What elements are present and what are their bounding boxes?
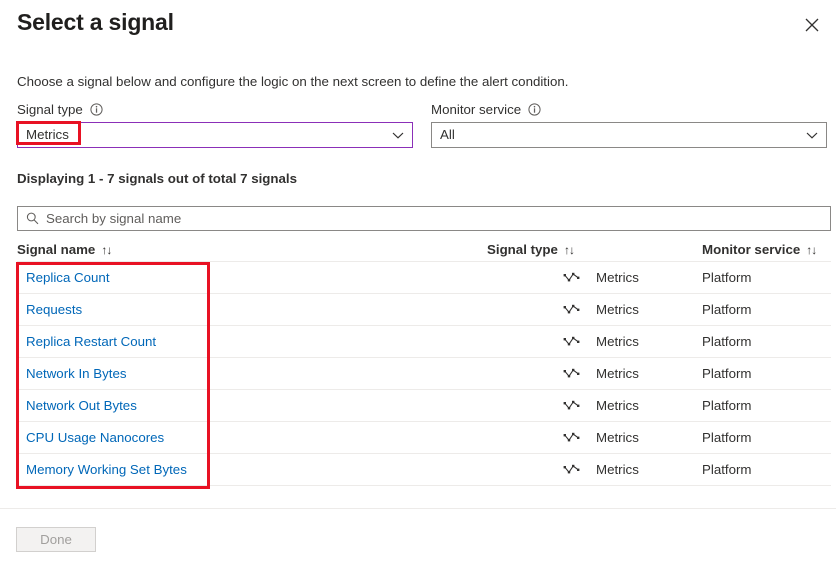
column-header-monitor-service[interactable]: Monitor service ↑↓ bbox=[702, 242, 831, 257]
monitor-service-cell: Platform bbox=[702, 398, 831, 413]
table-row[interactable]: Network Out Bytes Metrics Platform bbox=[17, 390, 831, 422]
signal-name-link[interactable]: Network In Bytes bbox=[17, 366, 127, 381]
signal-name-cell: Network In Bytes bbox=[17, 366, 487, 381]
signal-type-cell: Metrics bbox=[487, 462, 702, 477]
close-icon bbox=[805, 18, 819, 32]
signal-name-link[interactable]: Requests bbox=[17, 302, 82, 317]
line-chart-icon bbox=[563, 271, 580, 284]
search-input[interactable]: Search by signal name bbox=[17, 206, 831, 231]
table-header-row: Signal name ↑↓ Signal type ↑↓ Monitor se… bbox=[17, 238, 831, 262]
signal-name-cell: Requests bbox=[17, 302, 487, 317]
line-chart-icon bbox=[563, 399, 580, 412]
search-placeholder: Search by signal name bbox=[46, 210, 182, 226]
chevron-down-icon bbox=[806, 128, 818, 143]
results-count: Displaying 1 - 7 signals out of total 7 … bbox=[17, 171, 298, 186]
monitor-service-value: All bbox=[440, 127, 455, 143]
close-button[interactable] bbox=[796, 9, 828, 41]
monitor-service-field: Monitor service All bbox=[431, 100, 827, 148]
signal-type-cell: Metrics bbox=[487, 398, 702, 413]
monitor-service-cell: Platform bbox=[702, 430, 831, 445]
table-row[interactable]: Network In Bytes Metrics Platform bbox=[17, 358, 831, 390]
monitor-service-cell: Platform bbox=[702, 462, 831, 477]
table-body: Replica Count Metrics Platform Requests Metr… bbox=[17, 262, 831, 486]
signal-name-cell: CPU Usage Nanocores bbox=[17, 430, 487, 445]
signal-type-value: Metrics bbox=[596, 334, 639, 349]
monitor-service-value: Platform bbox=[702, 430, 752, 445]
signal-type-label-row: Signal type bbox=[17, 100, 413, 118]
sort-icon[interactable]: ↑↓ bbox=[806, 243, 817, 257]
chevron-down-icon bbox=[392, 128, 404, 143]
signal-type-value: Metrics bbox=[596, 302, 639, 317]
sort-icon[interactable]: ↑↓ bbox=[101, 243, 112, 257]
signal-name-link[interactable]: Replica Restart Count bbox=[17, 334, 156, 349]
signal-name-link[interactable]: Network Out Bytes bbox=[17, 398, 137, 413]
monitor-service-value: Platform bbox=[702, 462, 752, 477]
monitor-service-label-row: Monitor service bbox=[431, 100, 827, 118]
monitor-service-value: Platform bbox=[702, 334, 752, 349]
signals-table: Signal name ↑↓ Signal type ↑↓ Monitor se… bbox=[17, 238, 831, 486]
monitor-service-cell: Platform bbox=[702, 334, 831, 349]
info-icon[interactable] bbox=[90, 102, 103, 116]
done-button[interactable]: Done bbox=[16, 527, 96, 552]
signal-type-cell: Metrics bbox=[487, 334, 702, 349]
signal-type-label: Signal type bbox=[17, 101, 83, 117]
monitor-service-dropdown[interactable]: All bbox=[431, 122, 827, 148]
info-icon[interactable] bbox=[528, 102, 541, 116]
signal-name-link[interactable]: CPU Usage Nanocores bbox=[17, 430, 164, 445]
line-chart-icon bbox=[563, 431, 580, 444]
table-row[interactable]: CPU Usage Nanocores Metrics Platform bbox=[17, 422, 831, 454]
signal-name-link[interactable]: Replica Count bbox=[17, 270, 110, 285]
signal-type-value: Metrics bbox=[596, 366, 639, 381]
signal-name-cell: Network Out Bytes bbox=[17, 398, 487, 413]
signal-type-field: Signal type Metrics bbox=[17, 100, 413, 148]
table-row[interactable]: Memory Working Set Bytes Metrics Platform bbox=[17, 454, 831, 486]
signal-name-cell: Memory Working Set Bytes bbox=[17, 462, 487, 477]
line-chart-icon bbox=[563, 335, 580, 348]
signal-name-link[interactable]: Memory Working Set Bytes bbox=[17, 462, 187, 477]
monitor-service-cell: Platform bbox=[702, 366, 831, 381]
table-row[interactable]: Replica Count Metrics Platform bbox=[17, 262, 831, 294]
line-chart-icon bbox=[563, 463, 580, 476]
sort-icon[interactable]: ↑↓ bbox=[564, 243, 575, 257]
signal-type-value: Metrics bbox=[596, 270, 639, 285]
signal-type-value: Metrics bbox=[596, 430, 639, 445]
signal-type-value: Metrics bbox=[26, 127, 69, 143]
column-header-signal-name[interactable]: Signal name ↑↓ bbox=[17, 242, 487, 257]
line-chart-icon bbox=[563, 303, 580, 316]
dialog-description: Choose a signal below and configure the … bbox=[17, 74, 569, 89]
monitor-service-value: Platform bbox=[702, 398, 752, 413]
signal-type-cell: Metrics bbox=[487, 270, 702, 285]
signal-type-cell: Metrics bbox=[487, 366, 702, 381]
monitor-service-value: Platform bbox=[702, 366, 752, 381]
signal-type-dropdown[interactable]: Metrics bbox=[17, 122, 413, 148]
signal-type-cell: Metrics bbox=[487, 430, 702, 445]
signal-name-cell: Replica Count bbox=[17, 270, 487, 285]
monitor-service-value: Platform bbox=[702, 270, 752, 285]
signal-name-cell: Replica Restart Count bbox=[17, 334, 487, 349]
monitor-service-value: Platform bbox=[702, 302, 752, 317]
line-chart-icon bbox=[563, 367, 580, 380]
signal-type-value: Metrics bbox=[596, 462, 639, 477]
column-label: Signal type bbox=[487, 242, 558, 257]
monitor-service-label: Monitor service bbox=[431, 101, 522, 117]
monitor-service-cell: Platform bbox=[702, 302, 831, 317]
column-header-signal-type[interactable]: Signal type ↑↓ bbox=[487, 242, 702, 257]
column-label: Monitor service bbox=[702, 242, 801, 257]
signal-type-cell: Metrics bbox=[487, 302, 702, 317]
table-row[interactable]: Requests Metrics Platform bbox=[17, 294, 831, 326]
signal-type-value: Metrics bbox=[596, 398, 639, 413]
table-row[interactable]: Replica Restart Count Metrics Platform bbox=[17, 326, 831, 358]
search-icon bbox=[26, 212, 39, 225]
column-label: Signal name bbox=[17, 242, 96, 257]
monitor-service-cell: Platform bbox=[702, 270, 831, 285]
page-title: Select a signal bbox=[17, 9, 174, 35]
footer-divider bbox=[0, 508, 836, 509]
